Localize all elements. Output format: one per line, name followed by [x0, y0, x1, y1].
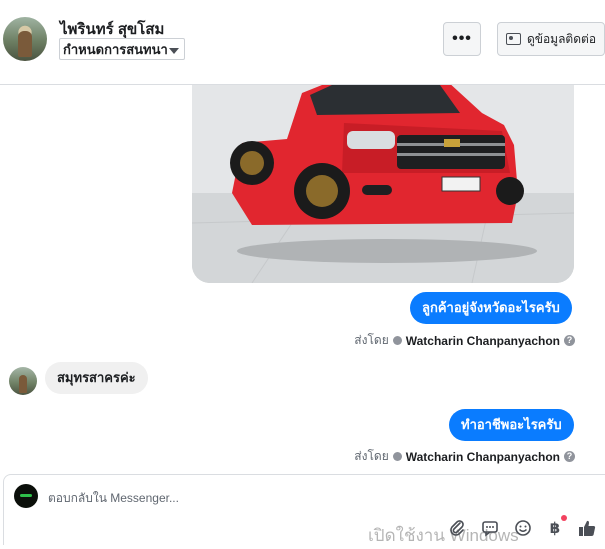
message-bubble-outgoing[interactable]: ลูกค้าอยู่จังหวัดอะไรครับ [410, 292, 572, 324]
reply-input[interactable]: ตอบกลับใน Messenger... [48, 489, 179, 508]
conversation-header: ไพรินทร์ สุขโสม กำหนดการสนทนา ••• ดูข้อม… [0, 0, 605, 85]
message-bubble-incoming[interactable]: สมุทรสาครค่ะ [45, 362, 148, 394]
sender-name[interactable]: Watcharin Chanpanyachon [406, 450, 560, 464]
contact-avatar[interactable] [3, 17, 47, 61]
baht-icon[interactable]: ฿ [545, 518, 565, 538]
conversation-settings-label: กำหนดการสนทนา [63, 42, 168, 57]
sent-by-line: ส่งโดย Watcharin Chanpanyachon ? [354, 447, 575, 466]
more-options-button[interactable]: ••• [443, 22, 481, 56]
sent-by-label: ส่งโดย [354, 333, 389, 347]
page-badge-icon [392, 336, 402, 345]
sender-name[interactable]: Watcharin Chanpanyachon [406, 334, 560, 348]
car-photo-attachment[interactable] [192, 85, 574, 283]
help-icon[interactable]: ? [564, 335, 575, 346]
view-contact-info-label: ดูข้อมูลติดต่อ [526, 31, 597, 46]
contact-avatar-small[interactable] [9, 367, 37, 395]
contact-card-icon [505, 33, 521, 45]
sent-by-line: ส่งโดย Watcharin Chanpanyachon ? [354, 331, 575, 350]
notification-dot [561, 515, 567, 521]
like-icon[interactable] [577, 518, 597, 538]
sent-by-label: ส่งโดย [354, 449, 389, 463]
red-pickup-truck-image [192, 85, 574, 283]
paperclip-icon[interactable] [447, 518, 467, 538]
emoji-icon[interactable] [513, 518, 533, 538]
conversation-settings-select[interactable]: กำหนดการสนทนา [59, 38, 185, 60]
page-avatar [14, 484, 38, 508]
chat-bubble-icon[interactable] [480, 518, 500, 538]
caret-down-icon [169, 48, 179, 54]
view-contact-info-button[interactable]: ดูข้อมูลติดต่อ [497, 22, 605, 56]
help-icon[interactable]: ? [564, 451, 575, 462]
message-bubble-outgoing[interactable]: ทำอาชีพอะไรครับ [449, 409, 574, 441]
message-thread[interactable]: ลูกค้าอยู่จังหวัดอะไรครับ ส่งโดย Watchar… [0, 85, 605, 473]
page-badge-icon [392, 452, 402, 461]
